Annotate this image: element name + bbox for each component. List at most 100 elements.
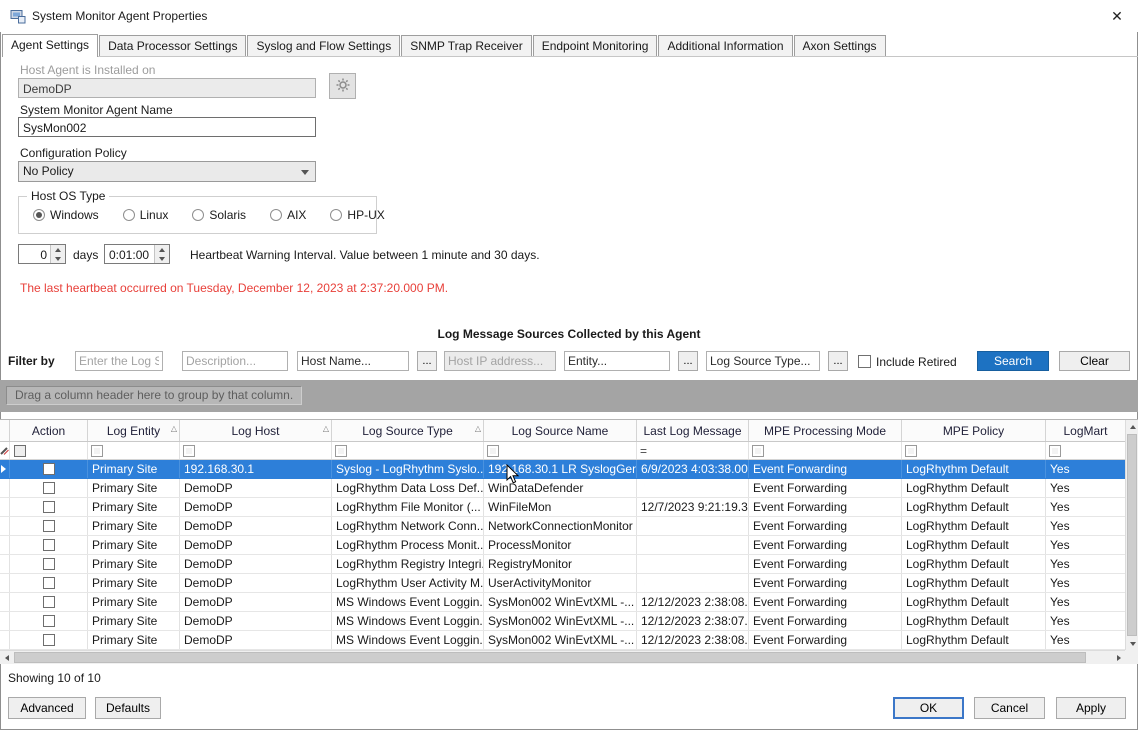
filter-checkbox[interactable] — [14, 445, 26, 457]
filter-icon[interactable] — [335, 445, 347, 457]
filter-icon[interactable] — [1049, 445, 1061, 457]
table-row[interactable]: Primary SiteDemoDPLogRhythm Network Conn… — [0, 517, 1125, 536]
spin-up-icon[interactable] — [155, 245, 169, 254]
row-checkbox[interactable] — [43, 634, 55, 646]
host-name-browse-button[interactable]: ... — [417, 351, 437, 371]
h-scrollbar[interactable] — [0, 650, 1125, 664]
agent-lookup-button[interactable] — [329, 73, 356, 99]
radio-linux[interactable]: Linux — [123, 208, 169, 222]
table-row[interactable]: Primary SiteDemoDPMS Windows Event Loggi… — [0, 593, 1125, 612]
filter-log-source-type-cell[interactable] — [332, 442, 484, 459]
column-header-log-source-name[interactable]: Log Source Name — [484, 420, 637, 441]
column-header-log-source-type[interactable]: Log Source Type△ — [332, 420, 484, 441]
filter-mpe-policy-cell[interactable] — [902, 442, 1046, 459]
table-row[interactable]: Primary SiteDemoDPLogRhythm File Monitor… — [0, 498, 1125, 517]
table-row[interactable]: Primary SiteDemoDPLogRhythm User Activit… — [0, 574, 1125, 593]
row-checkbox[interactable] — [43, 482, 55, 494]
filter-icon[interactable] — [487, 445, 499, 457]
description-filter-input[interactable] — [182, 351, 288, 371]
scroll-right-icon[interactable] — [1112, 651, 1125, 664]
tab-data-processor-settings[interactable]: Data Processor Settings — [99, 35, 246, 56]
column-header-mpe-processing-mode[interactable]: MPE Processing Mode — [749, 420, 902, 441]
radio-hpux[interactable]: HP-UX — [330, 208, 384, 222]
title-bar[interactable]: System Monitor Agent Properties ✕ — [0, 0, 1138, 32]
days-stepper[interactable]: 0 — [18, 244, 66, 264]
stepper-arrows[interactable] — [154, 245, 169, 263]
row-checkbox[interactable] — [43, 558, 55, 570]
radio-windows[interactable]: Windows — [33, 208, 99, 222]
host-agent-input[interactable]: DemoDP — [18, 78, 316, 98]
column-header-action[interactable]: Action — [10, 420, 88, 441]
row-checkbox[interactable] — [43, 596, 55, 608]
tab-endpoint-monitoring[interactable]: Endpoint Monitoring — [533, 35, 658, 56]
row-checkbox[interactable] — [43, 577, 55, 589]
tab-axon-settings[interactable]: Axon Settings — [794, 35, 886, 56]
table-row[interactable]: Primary SiteDemoDPMS Windows Event Loggi… — [0, 612, 1125, 631]
filter-log-entity-cell[interactable] — [88, 442, 180, 459]
entity-browse-button[interactable]: ... — [678, 351, 698, 371]
filter-log-host-cell[interactable] — [180, 442, 332, 459]
table-row[interactable]: Primary SiteDemoDPLogRhythm Data Loss De… — [0, 479, 1125, 498]
spin-down-icon[interactable] — [155, 254, 169, 263]
interval-stepper[interactable]: 0:01:00 — [104, 244, 170, 264]
scroll-up-icon[interactable] — [1126, 420, 1138, 433]
ok-button[interactable]: OK — [893, 697, 964, 719]
cell-logmart: Yes — [1046, 574, 1125, 592]
filter-log-source-name-cell[interactable] — [484, 442, 637, 459]
scroll-down-icon[interactable] — [1126, 637, 1138, 650]
stepper-arrows[interactable] — [50, 245, 65, 263]
cell-mode: Event Forwarding — [749, 631, 902, 649]
filter-icon[interactable] — [183, 445, 195, 457]
filter-last-log-cell[interactable]: = — [637, 442, 749, 459]
filter-mpe-mode-cell[interactable] — [749, 442, 902, 459]
cancel-button[interactable]: Cancel — [974, 697, 1045, 719]
entity-filter-input[interactable] — [564, 351, 670, 371]
tab-snmp-trap-receiver[interactable]: SNMP Trap Receiver — [401, 35, 531, 56]
scroll-left-icon[interactable] — [0, 651, 13, 664]
host-name-filter-input[interactable] — [297, 351, 409, 371]
clear-button[interactable]: Clear — [1059, 351, 1130, 371]
close-button[interactable]: ✕ — [1106, 5, 1128, 27]
include-retired-checkbox[interactable] — [858, 355, 871, 368]
column-header-mpe-policy[interactable]: MPE Policy — [902, 420, 1046, 441]
configuration-policy-select[interactable]: No Policy — [18, 161, 316, 182]
filter-icon[interactable] — [905, 445, 917, 457]
row-checkbox[interactable] — [43, 539, 55, 551]
search-button[interactable]: Search — [977, 351, 1049, 371]
table-row[interactable]: Primary SiteDemoDPMS Windows Event Loggi… — [0, 631, 1125, 650]
row-checkbox[interactable] — [43, 501, 55, 513]
advanced-button[interactable]: Advanced — [8, 697, 86, 719]
log-source-type-filter-input[interactable] — [706, 351, 820, 371]
log-source-type-browse-button[interactable]: ... — [828, 351, 848, 371]
filter-icon[interactable] — [752, 445, 764, 457]
equals-operator-icon[interactable]: = — [640, 444, 647, 458]
filter-logmart-cell[interactable] — [1046, 442, 1125, 459]
table-row[interactable]: Primary SiteDemoDPLogRhythm Registry Int… — [0, 555, 1125, 574]
radio-aix[interactable]: AIX — [270, 208, 306, 222]
filter-action-cell[interactable] — [10, 442, 88, 459]
row-checkbox[interactable] — [43, 463, 55, 475]
tab-additional-information[interactable]: Additional Information — [658, 35, 792, 56]
row-checkbox[interactable] — [43, 615, 55, 627]
log-source-filter-input[interactable] — [75, 351, 163, 371]
column-header-log-entity[interactable]: Log Entity△ — [88, 420, 180, 441]
column-header-log-host[interactable]: Log Host△ — [180, 420, 332, 441]
agent-name-input[interactable]: SysMon002 — [18, 117, 316, 137]
radio-solaris[interactable]: Solaris — [192, 208, 246, 222]
apply-button[interactable]: Apply — [1056, 697, 1126, 719]
host-ip-filter-input[interactable] — [444, 351, 556, 371]
filter-icon[interactable] — [91, 445, 103, 457]
v-scrollbar[interactable] — [1125, 420, 1138, 650]
h-scroll-thumb[interactable] — [14, 652, 1086, 663]
v-scroll-thumb[interactable] — [1127, 434, 1137, 636]
spin-down-icon[interactable] — [51, 254, 65, 263]
defaults-button[interactable]: Defaults — [95, 697, 161, 719]
column-header-logmart[interactable]: LogMart — [1046, 420, 1125, 441]
spin-up-icon[interactable] — [51, 245, 65, 254]
table-row[interactable]: Primary Site192.168.30.1Syslog - LogRhyt… — [0, 460, 1125, 479]
column-header-last-log-message[interactable]: Last Log Message — [637, 420, 749, 441]
tab-agent-settings[interactable]: Agent Settings — [2, 34, 98, 57]
tab-syslog-flow-settings[interactable]: Syslog and Flow Settings — [247, 35, 400, 56]
table-row[interactable]: Primary SiteDemoDPLogRhythm Process Moni… — [0, 536, 1125, 555]
row-checkbox[interactable] — [43, 520, 55, 532]
